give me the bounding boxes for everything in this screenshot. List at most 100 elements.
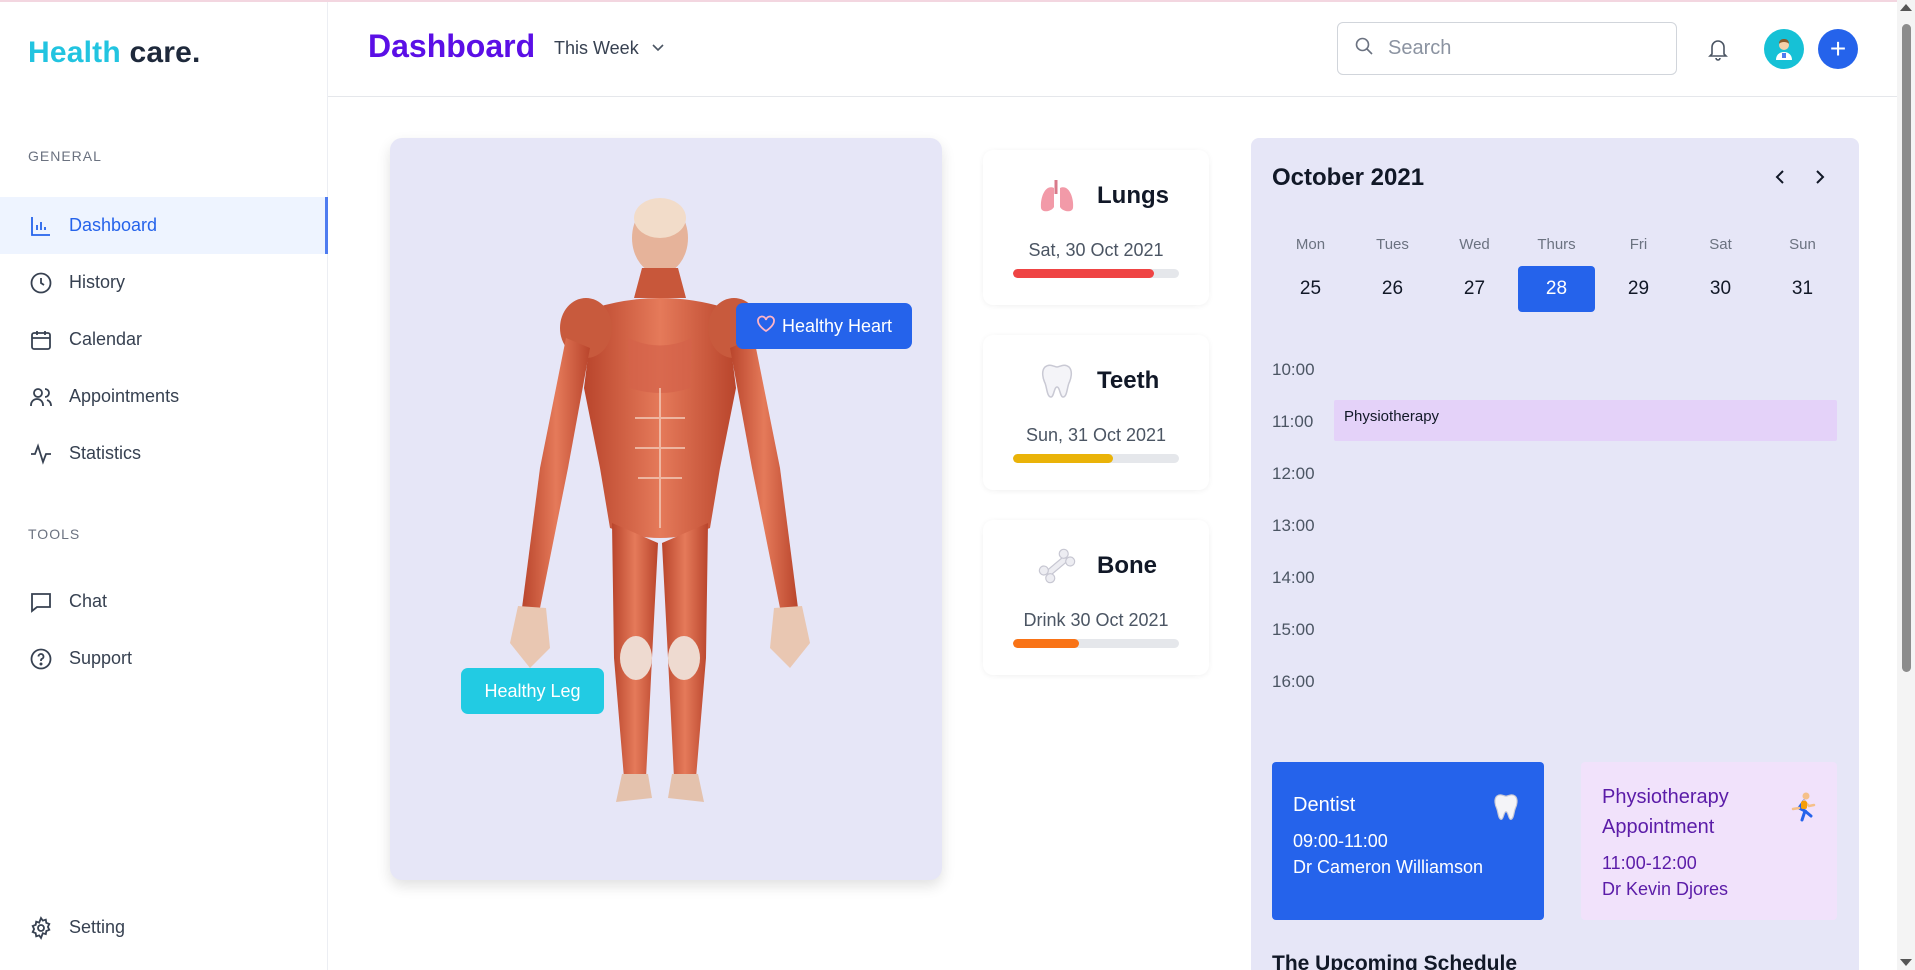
day-date: 28 xyxy=(1518,266,1595,312)
progress-fill xyxy=(1013,269,1155,278)
section-general-label: GENERAL xyxy=(28,148,102,164)
brand-logo[interactable]: Health care. xyxy=(28,36,201,70)
calendar-event-physiotherapy[interactable]: Physiotherapy xyxy=(1334,400,1837,441)
organ-card-bone[interactable]: Bone Drink 30 Oct 2021 xyxy=(983,520,1209,675)
bar-chart-icon xyxy=(28,213,54,239)
day-cell[interactable]: Sun 31 xyxy=(1764,236,1841,312)
sidebar-item-label: Calendar xyxy=(69,329,143,349)
progress-bar xyxy=(1013,269,1179,278)
healthy-heart-tag[interactable]: Healthy Heart xyxy=(736,303,912,349)
appointment-doctor: Dr Cameron Williamson xyxy=(1293,857,1484,877)
page-title: Dashboard xyxy=(368,28,536,64)
appointment-doctor: Dr Kevin Djores xyxy=(1602,879,1729,899)
chevron-left-icon[interactable] xyxy=(1769,166,1791,188)
sidebar-item-support[interactable]: Support xyxy=(0,630,328,687)
chevron-down-icon xyxy=(651,38,665,59)
day-date: 25 xyxy=(1299,278,1322,299)
week-days: Mon 25 Tues 26 Wed 27 Thurs 28 Fri 29 Sa… xyxy=(1272,236,1842,316)
search-input[interactable] xyxy=(1388,37,1658,60)
sidebar-item-statistics[interactable]: Statistics xyxy=(0,425,328,482)
time-slot-label: 11:00 xyxy=(1272,412,1314,431)
page-scrollbar[interactable] xyxy=(1897,0,1915,970)
day-name: Fri xyxy=(1629,236,1648,253)
day-name: Sun xyxy=(1789,236,1816,253)
sidebar-item-label: Support xyxy=(69,648,133,668)
sidebar: Health care. GENERAL Dashboard History C… xyxy=(0,2,328,970)
add-button[interactable]: + xyxy=(1818,29,1858,69)
period-dropdown[interactable]: This Week xyxy=(554,38,665,59)
bell-icon[interactable] xyxy=(1706,36,1730,67)
appointment-title: Physiotherapy Appointment xyxy=(1602,786,1729,838)
clock-icon xyxy=(28,270,54,296)
day-date: 29 xyxy=(1627,278,1650,299)
human-anatomy-figure xyxy=(510,198,810,802)
organ-name: Lungs xyxy=(1097,182,1169,209)
day-name: Sat xyxy=(1709,236,1732,253)
organ-card-teeth[interactable]: Teeth Sun, 31 Oct 2021 xyxy=(983,335,1209,490)
help-circle-icon xyxy=(28,646,54,672)
search-icon xyxy=(1354,36,1374,61)
top-header: Dashboard This Week + xyxy=(328,2,1915,97)
appointment-time: 11:00-12:00 xyxy=(1602,853,1697,873)
organ-name: Bone xyxy=(1097,552,1157,579)
tooth-icon xyxy=(1489,790,1523,824)
time-slot-label: 16:00 xyxy=(1272,672,1315,691)
sidebar-item-setting[interactable]: Setting xyxy=(0,899,328,956)
period-label: This Week xyxy=(554,38,639,58)
sidebar-item-label: History xyxy=(69,272,126,292)
brand-part2: care. xyxy=(129,36,201,69)
users-icon xyxy=(28,384,54,410)
search-box[interactable] xyxy=(1337,22,1677,75)
progress-bar xyxy=(1013,639,1179,648)
scrollbar-thumb[interactable] xyxy=(1902,24,1911,672)
day-name: Tues xyxy=(1376,236,1409,253)
day-name: Wed xyxy=(1459,236,1490,253)
organ-date: Sun, 31 Oct 2021 xyxy=(1025,425,1167,445)
day-cell[interactable]: Tues 26 xyxy=(1354,236,1431,312)
lungs-icon xyxy=(1035,174,1079,218)
body-overview-card: Healthy Heart Healthy Leg xyxy=(390,138,942,880)
time-slot-label: 15:00 xyxy=(1272,620,1315,639)
time-slot-label: 14:00 xyxy=(1272,568,1315,587)
activity-icon xyxy=(28,441,54,467)
brand-part1: Health xyxy=(28,36,121,69)
sidebar-item-label: Statistics xyxy=(69,443,142,463)
organ-card-lungs[interactable]: Lungs Sat, 30 Oct 2021 xyxy=(983,150,1209,305)
day-date: 27 xyxy=(1463,278,1486,299)
day-cell[interactable]: Sat 30 xyxy=(1682,236,1759,312)
appointment-card-physiotherapy[interactable]: Physiotherapy Appointment 11:00-12:00 Dr… xyxy=(1581,762,1837,920)
sidebar-item-chat[interactable]: Chat xyxy=(0,573,328,630)
time-slot-label: 13:00 xyxy=(1272,516,1315,535)
bone-icon xyxy=(1035,544,1079,588)
day-cell-selected[interactable]: Thurs 28 xyxy=(1518,236,1595,312)
time-slot-label: 12:00 xyxy=(1272,464,1315,483)
healthy-leg-tag[interactable]: Healthy Leg xyxy=(461,668,604,714)
day-cell[interactable]: Mon 25 xyxy=(1272,236,1349,312)
sidebar-item-history[interactable]: History xyxy=(0,254,328,311)
scroll-down-arrow-icon[interactable] xyxy=(1900,959,1912,966)
upcoming-schedule-title: The Upcoming Schedule xyxy=(1272,952,1518,970)
scroll-up-arrow-icon[interactable] xyxy=(1900,4,1912,11)
organ-date: Drink 30 Oct 2021 xyxy=(1023,610,1169,630)
day-date: 30 xyxy=(1709,278,1732,299)
appointment-time: 09:00-11:00 xyxy=(1293,831,1388,851)
sidebar-item-appointments[interactable]: Appointments xyxy=(0,368,328,425)
organ-date: Sat, 30 Oct 2021 xyxy=(1028,240,1164,260)
progress-bar xyxy=(1013,454,1179,463)
heart-icon xyxy=(756,315,776,338)
avatar[interactable] xyxy=(1764,29,1804,69)
time-slot-label: 10:00 xyxy=(1272,360,1315,379)
appointment-card-dentist[interactable]: Dentist 09:00-11:00 Dr Cameron Williamso… xyxy=(1272,762,1544,920)
day-cell[interactable]: Fri 29 xyxy=(1600,236,1677,312)
sidebar-item-calendar[interactable]: Calendar xyxy=(0,311,328,368)
healthy-heart-label: Healthy Heart xyxy=(781,315,893,336)
day-cell[interactable]: Wed 27 xyxy=(1436,236,1513,312)
sidebar-item-dashboard[interactable]: Dashboard xyxy=(0,197,328,254)
chevron-right-icon[interactable] xyxy=(1809,166,1831,188)
progress-fill xyxy=(1013,454,1113,463)
calendar-icon xyxy=(28,327,54,353)
day-date: 31 xyxy=(1791,278,1814,299)
sidebar-item-label: Appointments xyxy=(69,386,180,406)
sidebar-item-label: Setting xyxy=(69,917,126,937)
calendar-month: October 2021 xyxy=(1272,164,1425,191)
